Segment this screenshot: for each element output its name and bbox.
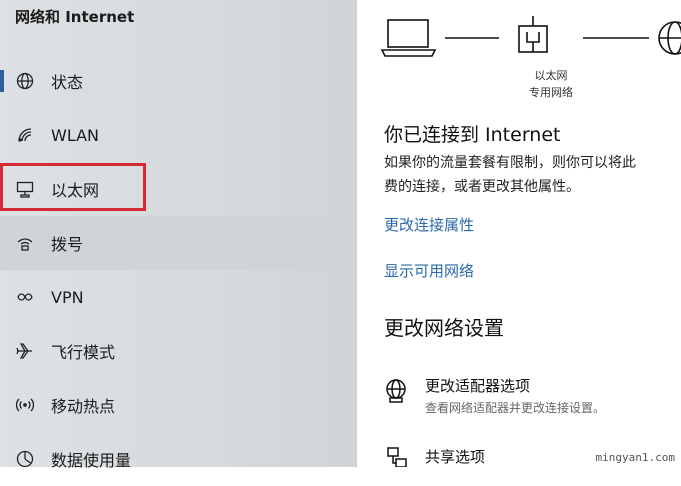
status-heading: 你已连接到 Internet xyxy=(384,124,561,146)
sidebar: 网络和 Internet 状态 WLAN 以太网 拨号 VPN 飞行模式 移动热… xyxy=(0,0,357,470)
airplane-icon xyxy=(14,340,36,362)
hotspot-icon xyxy=(14,394,36,416)
status-description-line: 费的连接，或者更改其他属性。 xyxy=(384,179,580,195)
sidebar-item-status[interactable]: 状态 xyxy=(0,54,357,108)
vpn-icon xyxy=(14,286,36,308)
highlight-box xyxy=(0,163,146,211)
status-description: 如果你的流量套餐有限制，则你可以将此 费的连接，或者更改其他属性。 xyxy=(384,151,636,199)
dialup-icon xyxy=(14,232,36,254)
sidebar-item-airplane[interactable]: 飞行模式 xyxy=(0,324,357,378)
laptop-icon xyxy=(380,19,437,57)
option-subtitle: 查看网络适配器并更改连接设置。 xyxy=(425,401,606,415)
show-networks-link[interactable]: 显示可用网络 xyxy=(384,260,474,281)
adapter-globe-icon xyxy=(384,378,410,404)
watermark: mingyan1.com xyxy=(595,451,675,464)
sidebar-item-hotspot[interactable]: 移动热点 xyxy=(0,378,357,432)
network-caption-name: 以太网 xyxy=(534,69,568,82)
sidebar-item-label: VPN xyxy=(51,287,84,307)
option-title: 更改适配器选项 xyxy=(425,377,531,395)
sidebar-item-dialup[interactable]: 拨号 xyxy=(0,216,357,270)
sidebar-item-wlan[interactable]: WLAN xyxy=(0,108,357,162)
network-diagram xyxy=(380,16,681,57)
sidebar-item-label: 移动热点 xyxy=(51,397,116,416)
sidebar-item-label: 状态 xyxy=(51,73,84,92)
status-description-line: 如果你的流量套餐有限制，则你可以将此 xyxy=(384,155,636,171)
sidebar-item-label: 飞行模式 xyxy=(51,343,116,362)
sidebar-item-label: 数据使用量 xyxy=(51,451,132,470)
change-properties-link[interactable]: 更改连接属性 xyxy=(384,214,474,235)
section-heading: 更改网络设置 xyxy=(384,316,504,340)
option-title: 共享选项 xyxy=(425,448,486,466)
main-panel: 以太网 专用网络 你已连接到 Internet 如果你的流量套餐有限制，则你可以… xyxy=(357,0,681,467)
ethernet-port-icon xyxy=(518,16,548,53)
sharing-icon xyxy=(384,445,410,467)
globe-icon xyxy=(14,70,36,92)
sidebar-item-vpn[interactable]: VPN xyxy=(0,270,357,324)
sidebar-item-data-usage[interactable]: 数据使用量 xyxy=(0,432,357,486)
wifi-icon xyxy=(14,124,36,146)
sidebar-item-label: WLAN xyxy=(51,125,100,145)
sidebar-title: 网络和 Internet xyxy=(15,8,135,26)
sidebar-item-label: 拨号 xyxy=(51,235,84,254)
network-caption-profile: 专用网络 xyxy=(529,86,573,99)
globe-icon xyxy=(658,21,681,55)
